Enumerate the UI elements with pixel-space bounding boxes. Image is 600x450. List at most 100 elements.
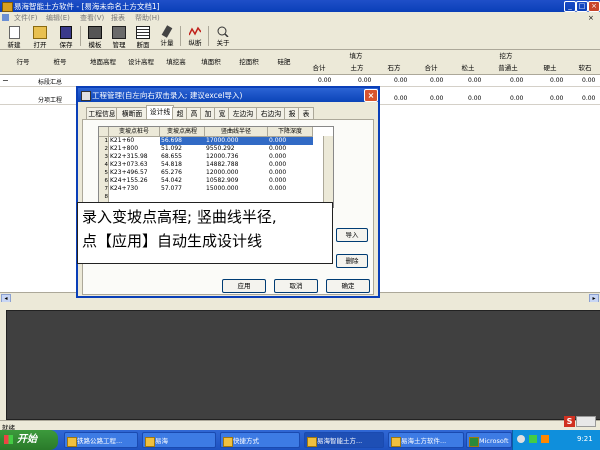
col-fill-area[interactable]: 填面积 [192,50,231,75]
row-collapse-icon[interactable]: − [2,76,9,85]
row-number[interactable]: 2 [99,145,109,153]
taskbar-item[interactable]: 易海智能土方... [304,432,384,448]
table-cell[interactable] [109,193,160,201]
import-button[interactable]: 导入 [336,228,368,242]
about-button[interactable]: 关于 [212,25,234,47]
table-cell[interactable]: 54.042 [160,177,205,185]
dialog-close-button[interactable]: × [364,89,378,102]
table-cell[interactable] [268,193,313,201]
table-cell[interactable]: 0.00 [510,77,523,84]
table-cell[interactable]: K21+60 [109,137,160,145]
profile-button[interactable]: 纵断 [184,25,206,47]
table-cell[interactable]: 0.00 [468,95,481,102]
table-cell[interactable]: K23+496.57 [109,169,160,177]
manage-button[interactable]: 管理 [108,25,130,49]
taskbar-item[interactable]: 快捷方式 [220,432,300,448]
delete-button[interactable]: 删除 [336,254,368,268]
table-cell[interactable]: 54.818 [160,161,205,169]
row-number[interactable]: 8 [99,193,109,201]
menu-report[interactable]: 报表 [111,13,125,23]
table-cell[interactable]: 68.655 [160,153,205,161]
template-button[interactable]: 模板 [84,25,106,49]
measure-button[interactable]: 计量 [156,25,178,47]
table-row-station[interactable]: 标段汇总 [38,77,62,86]
table-cell[interactable] [205,193,268,201]
new-button[interactable]: 新建 [3,25,25,49]
table-cell[interactable]: 0.00 [358,77,371,84]
taskbar-item[interactable]: Microsoft Ex... [466,432,512,448]
row-number[interactable]: 1 [99,137,109,145]
start-button[interactable]: 开始 [0,430,58,450]
col-cut-soft-rock[interactable]: 软石 [570,62,600,75]
menu-edit[interactable]: 编辑(E) [46,13,70,23]
table-cell[interactable]: 9550.292 [205,145,268,153]
table-cell[interactable]: 0.00 [468,77,481,84]
close-button[interactable]: × [588,1,600,12]
col-ground-elev[interactable]: 地面高程 [84,50,123,75]
table-cell[interactable]: 0.00 [582,77,595,84]
table-cell[interactable]: 0.00 [550,77,563,84]
ok-button[interactable]: 确定 [326,279,370,293]
table-cell[interactable]: K23+073.63 [109,161,160,169]
tab-design-line[interactable]: 设计线 [146,105,174,120]
tray-icon[interactable] [541,435,549,443]
col-cut-hard[interactable]: 硬土 [530,62,571,75]
col-extra[interactable]: 硅肥 [268,50,301,75]
col-cut-total[interactable]: 合计 [412,62,451,75]
table-cell[interactable]: K22+315.98 [109,153,160,161]
table-cell[interactable]: K24+155.26 [109,177,160,185]
col-cut-area[interactable]: 挖面积 [230,50,269,75]
save-button[interactable]: 保存 [55,25,77,49]
table-cell[interactable] [160,193,205,201]
table-cell[interactable]: 56.698 [160,137,205,145]
table-cell[interactable]: 0.000 [268,185,313,193]
tray-icon[interactable] [529,435,537,443]
minimize-button[interactable]: _ [564,1,576,12]
row-number[interactable]: 6 [99,177,109,185]
cancel-button[interactable]: 取消 [274,279,318,293]
col-fill-earth[interactable]: 土方 [338,62,377,75]
taskbar-item[interactable]: 易海 [142,432,216,448]
table-cell[interactable]: 0.000 [268,153,313,161]
table-cell[interactable]: 0.000 [268,161,313,169]
table-cell[interactable]: 0.000 [268,145,313,153]
table-cell[interactable]: 0.000 [268,177,313,185]
table-cell[interactable]: 0.000 [268,169,313,177]
mdi-close-icon[interactable]: × [588,14,594,22]
table-cell[interactable]: 0.00 [582,95,595,102]
table-cell[interactable]: 0.00 [318,77,331,84]
table-cell[interactable]: 14882.788 [205,161,268,169]
row-number[interactable]: 5 [99,169,109,177]
app-titlebar[interactable]: 易海智能土方软件 - [易海未命名土方文档1] _ □ × [0,0,600,12]
table-cell[interactable]: 0.00 [430,95,443,102]
col-station[interactable]: 桩号 [36,50,85,75]
table-cell[interactable]: K21+800 [109,145,160,153]
table-cell[interactable]: K24+730 [109,185,160,193]
table-cell[interactable]: 0.000 [268,137,313,145]
table-cell[interactable]: 15000.000 [205,185,268,193]
table-cell[interactable]: 65.276 [160,169,205,177]
table-cell[interactable]: 0.00 [510,95,523,102]
menu-view[interactable]: 查看(V) [80,13,104,23]
table-vertical-scrollbar[interactable] [323,136,333,206]
col-grade-station[interactable]: 变坡点桩号 [109,127,160,137]
col-fill-rock[interactable]: 石方 [376,62,413,75]
table-cell[interactable]: 0.00 [394,95,407,102]
col-cut-loose[interactable]: 松土 [450,62,487,75]
row-number[interactable]: 7 [99,185,109,193]
open-button[interactable]: 打开 [29,25,51,49]
table-cell[interactable]: 0.00 [550,95,563,102]
col-design-elev[interactable]: 设计高程 [122,50,161,75]
ime-toolbar[interactable] [576,416,596,427]
apply-button[interactable]: 应用 [222,279,266,293]
table-cell[interactable]: 17000.000 [205,137,268,145]
table-cell[interactable]: 0.00 [394,77,407,84]
table-row-station[interactable]: 分项工程 [38,95,62,104]
menu-help[interactable]: 帮助(H) [135,13,160,23]
taskbar-item[interactable]: 易海土方软件... [388,432,464,448]
clock[interactable]: 9:21 [577,435,593,443]
table-cell[interactable]: 10582.909 [205,177,268,185]
table-cell[interactable]: 12000.736 [205,153,268,161]
col-cut-ordinary[interactable]: 普通土 [486,62,531,75]
col-fill-total[interactable]: 合计 [300,62,339,75]
